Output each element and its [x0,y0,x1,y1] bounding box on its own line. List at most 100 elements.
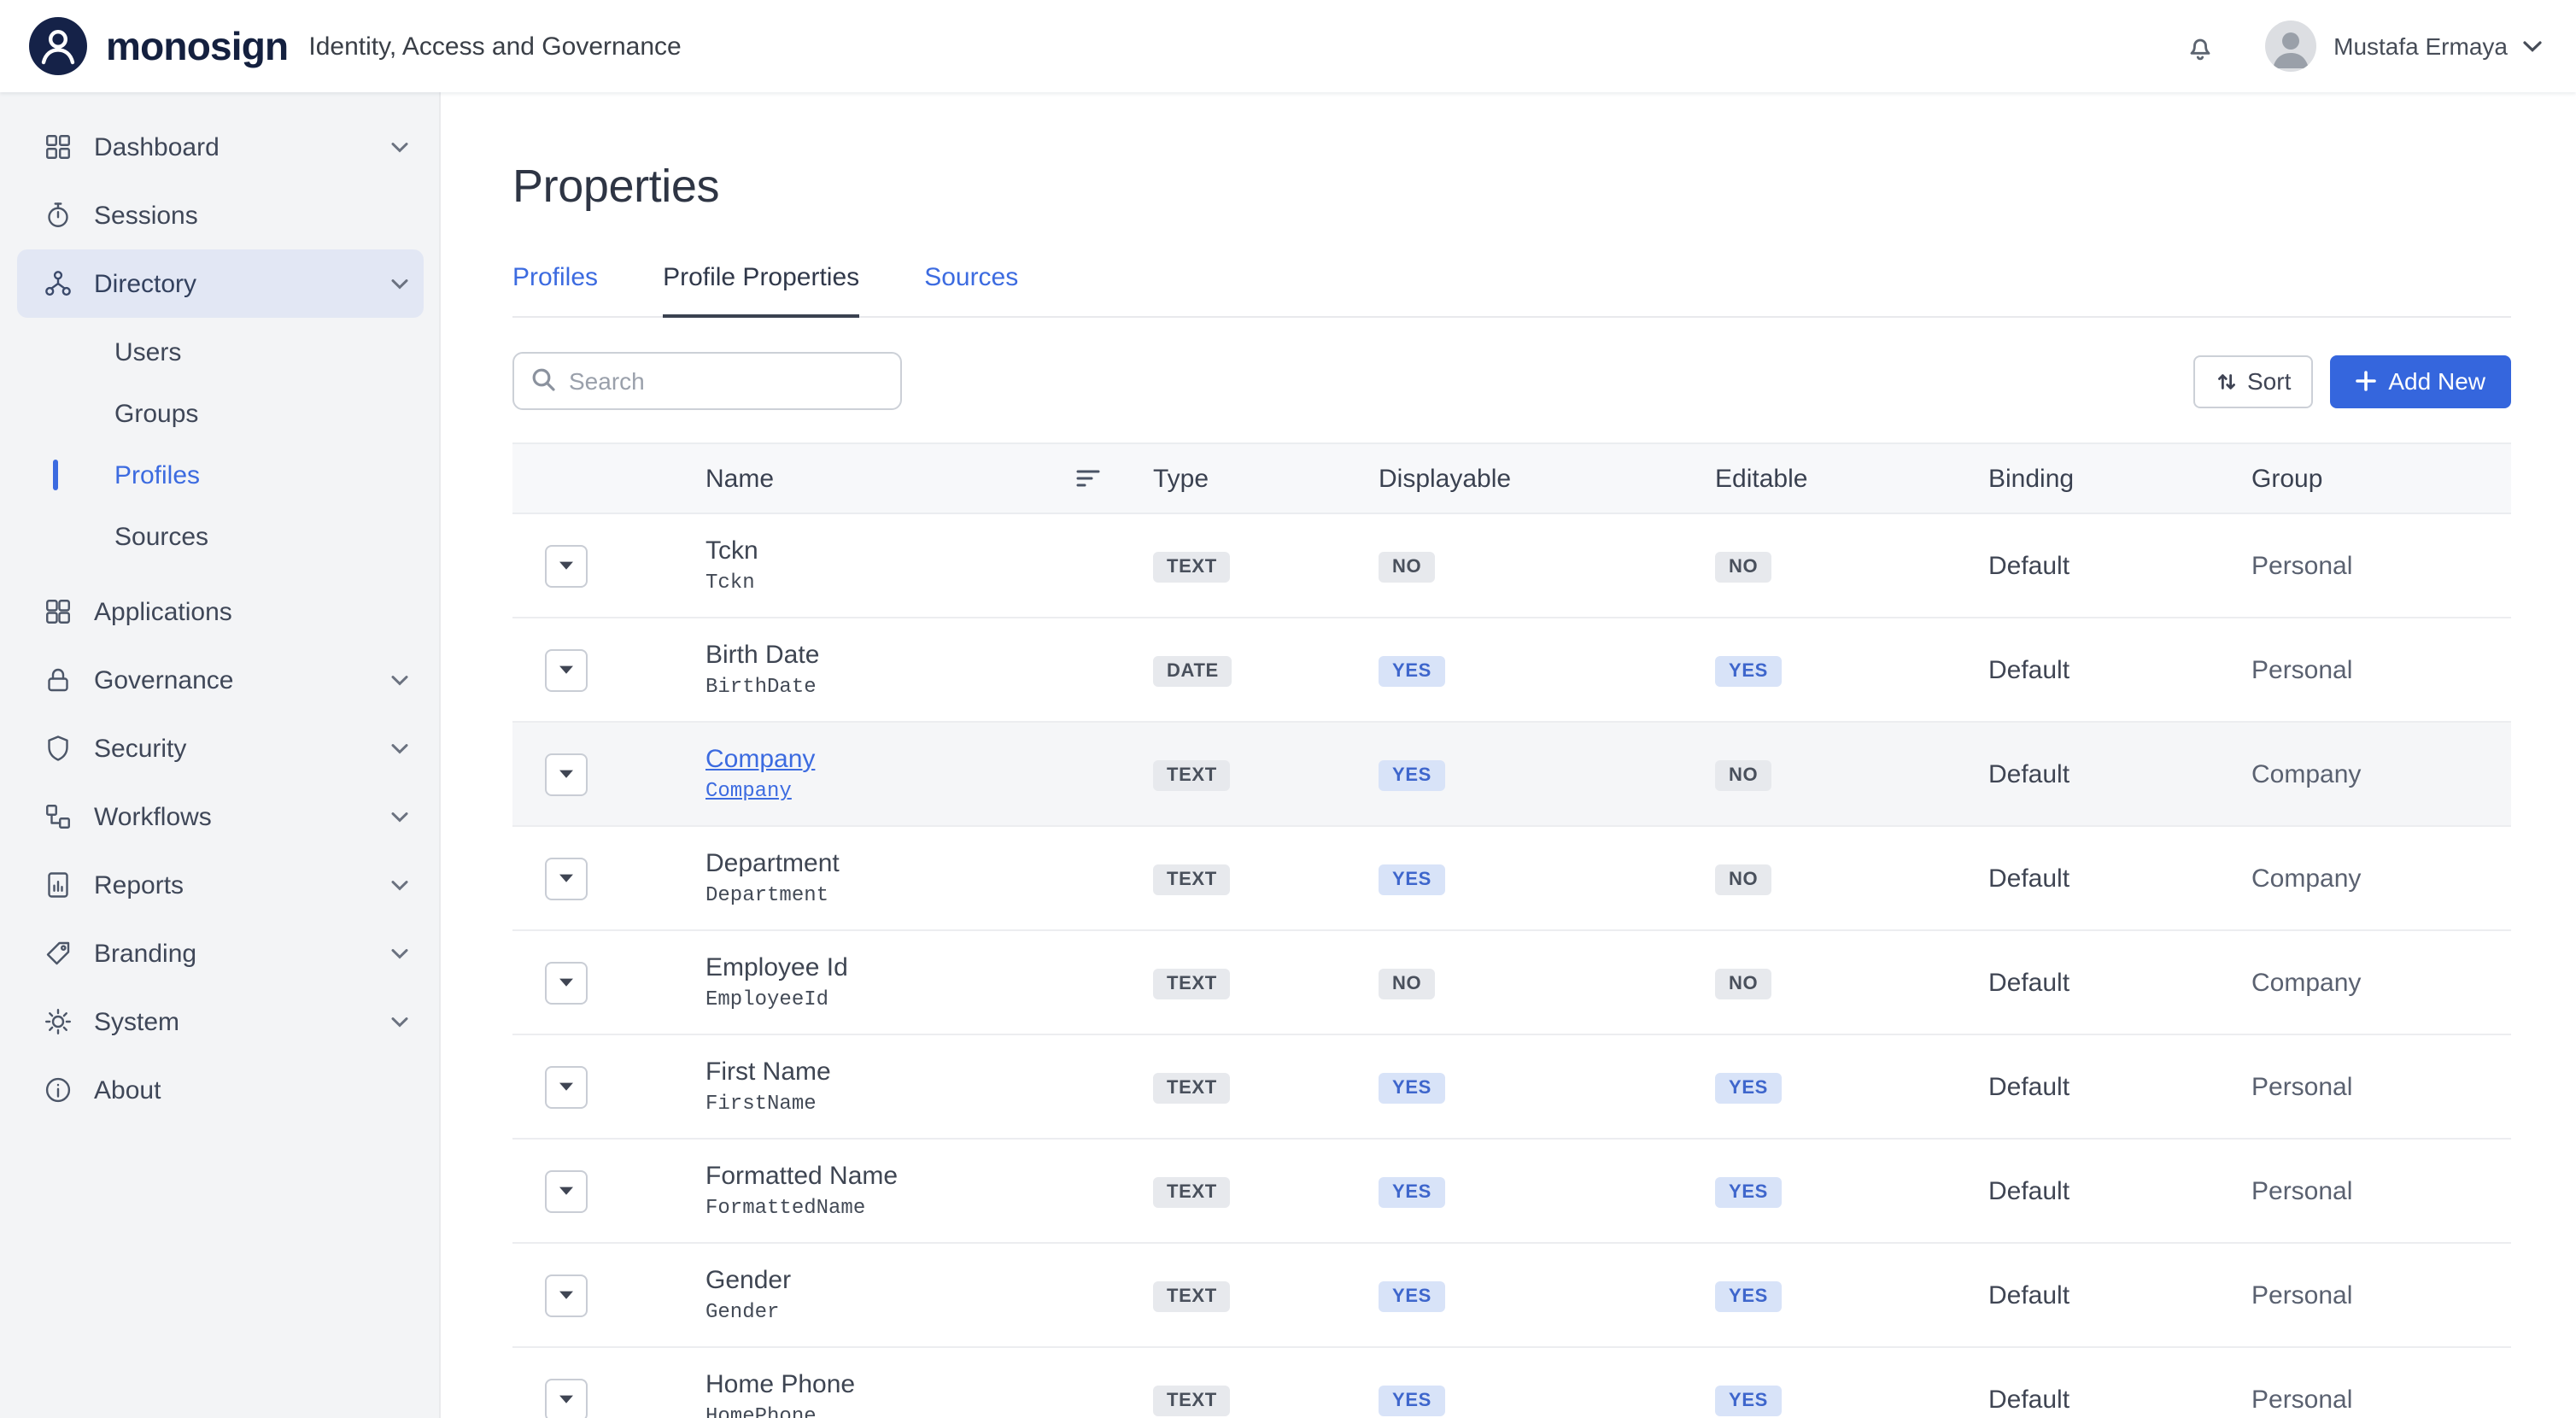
type-cell: TEXT [1153,1175,1379,1207]
sidebar-item-label: Dashboard [94,132,220,161]
sidebar-item-governance[interactable]: Governance [17,646,424,714]
row-actions-cell [512,1378,705,1418]
displayable-cell: YES [1379,1383,1715,1415]
editable-badge: NO [1715,864,1771,894]
displayable-badge: NO [1379,968,1435,999]
type-badge: TEXT [1153,968,1231,999]
row-actions-cell [512,961,705,1004]
row-actions-button[interactable] [545,1065,588,1108]
header-editable: Editable [1715,464,1988,493]
displayable-badge: YES [1379,1176,1445,1207]
row-actions-button[interactable] [545,1274,588,1316]
sort-button-label: Sort [2247,367,2291,395]
applications-icon [43,596,73,627]
sidebar-item-directory[interactable]: Directory [17,249,424,318]
sort-button[interactable]: Sort [2193,354,2313,407]
editable-cell: YES [1715,1279,1988,1311]
property-name-cell: Birth Date BirthDate [705,641,1153,699]
group-value: Personal [2251,1385,2511,1414]
sidebar-item-reports[interactable]: Reports [17,851,424,919]
sidebar-nav: Dashboard SessionsDirectoryUsersGroupsPro… [0,113,439,1124]
tab-profile-properties[interactable]: Profile Properties [663,263,859,318]
binding-value: Default [1988,968,2251,997]
group-value: Personal [2251,1176,2511,1205]
sidebar-item-groups[interactable]: Groups [0,383,439,444]
row-actions-button[interactable] [545,1169,588,1212]
tabs: Profiles Profile Properties Sources [512,263,2511,318]
branding-icon [43,938,73,969]
row-actions-button[interactable] [545,857,588,899]
workflows-icon [43,801,73,832]
type-cell: DATE [1153,653,1379,686]
caret-down-icon [559,977,574,987]
sessions-icon [43,200,73,231]
system-icon [43,1006,73,1037]
property-code: Gender [705,1300,1153,1324]
row-actions-button[interactable] [545,1378,588,1418]
row-actions-button[interactable] [545,961,588,1004]
chevron-down-icon [391,278,408,290]
chevron-down-icon[interactable] [2523,40,2542,52]
property-code: Department [705,883,1153,907]
tab-sources[interactable]: Sources [924,263,1018,316]
binding-value: Default [1988,1385,2251,1414]
sidebar-item-branding[interactable]: Branding [17,919,424,987]
row-actions-cell [512,857,705,899]
row-actions-button[interactable] [545,753,588,795]
caret-down-icon [559,665,574,675]
property-name: Formatted Name [705,1162,1153,1191]
sidebar-item-sessions[interactable]: Sessions [17,181,424,249]
binding-value: Default [1988,864,2251,893]
row-actions-cell [512,1169,705,1212]
binding-value: Default [1988,759,2251,788]
row-actions-button[interactable] [545,648,588,691]
sidebar-item-dashboard[interactable]: Dashboard [17,113,424,181]
table-row: Company Company TEXT YES NO Default Comp… [512,723,2511,827]
binding-value: Default [1988,655,2251,684]
sidebar-item-users[interactable]: Users [0,321,439,383]
about-icon [43,1075,73,1105]
sidebar-item-applications[interactable]: Applications [17,577,424,646]
table-row: Tckn Tckn TEXT NO NO Default Personal [512,514,2511,618]
search-input[interactable] [512,352,902,410]
tab-profiles[interactable]: Profiles [512,263,598,316]
displayable-badge: NO [1379,551,1435,582]
property-name[interactable]: Company [705,745,1153,774]
group-value: Personal [2251,551,2511,580]
row-actions-cell [512,648,705,691]
sidebar-item-label: Security [94,734,186,763]
type-badge: TEXT [1153,1176,1231,1207]
editable-cell: NO [1715,966,1988,999]
add-new-button[interactable]: Add New [2330,354,2511,407]
sidebar-item-profiles[interactable]: Profiles [0,444,439,506]
sidebar-item-about[interactable]: About [17,1056,424,1124]
table-row: Birth Date BirthDate DATE YES YES Defaul… [512,618,2511,723]
user-name[interactable]: Mustafa Ermaya [2333,32,2508,60]
property-name-cell: First Name FirstName [705,1058,1153,1116]
user-avatar[interactable] [2265,21,2316,72]
table-row: Formatted Name FormattedName TEXT YES YE… [512,1140,2511,1244]
displayable-cell: NO [1379,549,1715,582]
displayable-cell: YES [1379,862,1715,894]
properties-table: Name Type Displayable Editable Binding G… [512,442,2511,1418]
row-actions-button[interactable] [545,544,588,587]
caret-down-icon [559,769,574,779]
sort-arrows-icon [2215,370,2237,392]
property-code: HomePhone [705,1404,1153,1418]
sidebar-item-workflows[interactable]: Workflows [17,782,424,851]
sidebar-item-sources[interactable]: Sources [0,506,439,567]
property-name: Tckn [705,536,1153,565]
displayable-badge: YES [1379,759,1445,790]
displayable-badge: YES [1379,1385,1445,1415]
property-name-cell: Home Phone HomePhone [705,1370,1153,1418]
editable-cell: NO [1715,862,1988,894]
property-code[interactable]: Company [705,779,1153,803]
sidebar-item-system[interactable]: System [17,987,424,1056]
binding-value: Default [1988,1176,2251,1205]
notifications-bell-icon[interactable] [2183,29,2217,63]
search-icon [530,366,557,401]
table-row: Employee Id EmployeeId TEXT NO NO Defaul… [512,931,2511,1035]
table-row: Home Phone HomePhone TEXT YES YES Defaul… [512,1348,2511,1418]
name-sort-icon[interactable] [1074,466,1102,490]
sidebar-item-security[interactable]: Security [17,714,424,782]
